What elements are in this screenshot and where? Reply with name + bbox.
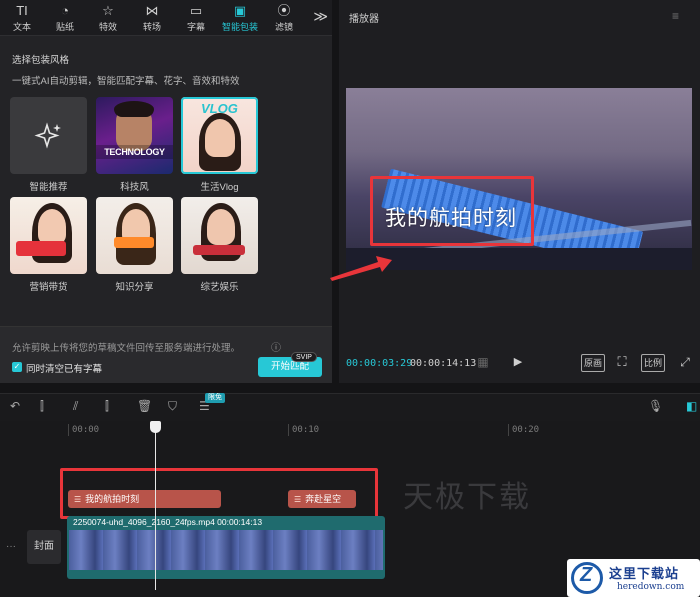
video-clip-frames [69,530,383,570]
tab-sticker[interactable]: ◔ 贴纸 [47,3,83,33]
track-options-icon[interactable]: ··· [6,541,16,552]
delete-icon[interactable]: 🗑 [137,399,152,413]
split-right-icon[interactable]: ⫿ [105,399,109,414]
style-card-knowledge[interactable]: 知识分享 [96,197,173,293]
subtitle-highlight-box [370,176,534,246]
style-card-sales[interactable]: 营销带货 [10,197,87,293]
text-icon: TI [16,3,28,18]
watermark: 天极下载 [403,481,531,514]
sticker-icon: ◔ [61,3,69,18]
more-tabs-icon[interactable]: ≫ [313,8,328,25]
style-thumb-variety [181,197,258,274]
grid-icon[interactable]: ▦ [474,354,492,372]
section-title: 选择包装风格 [12,55,70,66]
ratio-button[interactable]: 比例 [641,354,665,372]
style-thumb-knowledge [96,197,173,274]
clear-captions-label[interactable]: 同时清空已有字幕 [26,361,102,375]
style-thumb-sales [10,197,87,274]
video-clip-label: 2250074-uhd_4096_2160_24fps.mp4 00:00:14… [73,517,263,527]
tab-transition[interactable]: ⋈ 转场 [134,3,170,33]
style-thumb-vlog: VLOG [181,97,258,174]
ruler-label: 00:00 [72,425,100,435]
material-tabbar: TI 文本 ◔ 贴纸 ☆ 特效 ⋈ 转场 ▭ 字幕 ▣ 智能包装 ⦿ 滤镜 ≫ [0,0,332,36]
site-name: 这里下载站 [609,566,680,581]
ruler-label: 00:20 [512,425,540,435]
caption-icon: ▭ [189,3,203,18]
player-title: 播放器 [349,14,379,25]
transition-icon: ⋈ [145,3,159,18]
marker-icon[interactable]: ⛉ [168,399,177,414]
tab-filter[interactable]: ⦿ 滤镜 [266,3,302,33]
style-thumb-tech: TECHNOLOGY [96,97,173,174]
free-badge: 限免 [205,393,225,403]
tab-smart-packaging[interactable]: ▣ 智能包装 [220,3,260,33]
playhead-handle[interactable] [150,421,161,433]
style-thumb-smart [10,97,87,174]
microphone-icon[interactable]: 🎙 [648,399,663,413]
tab-text[interactable]: TI 文本 [4,3,40,33]
menu-icon[interactable]: ≡ [672,9,679,23]
svip-badge: SVIP [291,352,317,362]
style-card-variety[interactable]: 综艺娱乐 [181,197,258,293]
undo-icon[interactable]: ↶ [10,399,20,413]
text-track-highlight-box [60,468,378,519]
style-card-smart[interactable]: 智能推荐 [10,97,87,193]
original-quality-button[interactable]: 原画 [581,354,605,372]
info-icon[interactable]: ⓘ [271,339,281,354]
tab-caption[interactable]: ▭ 字幕 [178,3,214,33]
split-left-icon[interactable]: ⫽ [73,399,78,414]
ruler-label: 00:10 [292,425,320,435]
filter-icon: ⦿ [277,3,291,18]
style-card-tech[interactable]: TECHNOLOGY 科技风 [96,97,173,193]
effects-icon: ☆ [102,3,114,18]
clear-captions-checkbox[interactable]: ✓ [12,362,22,372]
snap-toggle-icon[interactable]: ◧ [686,399,697,413]
total-time: 00:00:14:13 [410,358,477,369]
sparkle-icon [33,121,61,149]
fullscreen-icon[interactable]: ⤢ [677,354,693,372]
cover-button[interactable]: 封面 [27,530,61,564]
upload-notice: 允许剪映上传将您的草稿文件回传至服务端进行处理。 [12,343,241,354]
style-card-vlog[interactable]: VLOG 生活Vlog [181,97,258,193]
site-url: heredown.com [617,582,685,592]
tab-effects[interactable]: ☆ 特效 [90,3,126,33]
arrow-to-subtitle [330,256,392,281]
split-icon[interactable]: ⫿ [40,399,44,414]
section-description: 一键式AI自动剪辑，智能匹配字幕、花字、音效和特效 [12,76,240,87]
crop-icon[interactable]: ⛶ [613,354,631,372]
smart-pack-icon: ▣ [233,3,247,18]
play-icon[interactable]: ▶ [511,354,525,372]
current-time: 00:00:03:29 [346,358,413,369]
site-logo-letter: Z [580,564,593,586]
playhead-line [155,430,156,590]
